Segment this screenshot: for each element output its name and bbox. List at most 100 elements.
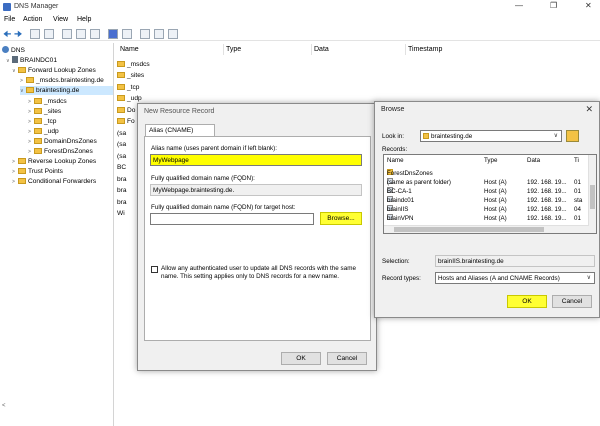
up-folder-icon[interactable] (30, 29, 40, 39)
scroll-thumb[interactable] (394, 227, 544, 232)
record-row[interactable]: BC-CA-1 Host (A) 192. 168. 19... 01 (384, 187, 590, 196)
browse-dialog-title: Browse (381, 106, 405, 113)
list-item[interactable]: (sa (117, 140, 126, 149)
tree-sites[interactable]: > _sites (28, 107, 61, 116)
browse-ok-button[interactable]: OK (507, 295, 547, 308)
record-row[interactable]: braindc01 Host (A) 192. 168. 19... sta (384, 196, 590, 205)
list-item[interactable]: Fo (117, 117, 135, 126)
minimize-icon[interactable]: — (515, 1, 523, 10)
records-col-type[interactable]: Type (484, 157, 497, 164)
tree-tcp[interactable]: > _tcp (28, 117, 56, 126)
close-icon[interactable]: ✕ (585, 104, 593, 115)
show-tree-icon[interactable] (44, 29, 54, 39)
browse-dialog: Browse ✕ Look in: braintesting.de ∨ Reco… (374, 101, 600, 318)
folder-icon (18, 178, 26, 184)
list-item[interactable]: _sites (117, 71, 144, 80)
up-one-level-icon[interactable] (566, 130, 579, 142)
tree-braintesting-zone[interactable]: ∨ braintesting.de (20, 86, 113, 95)
export-icon[interactable] (90, 29, 100, 39)
list-item[interactable]: _msdcs (117, 60, 150, 69)
list-item[interactable]: _udp (117, 94, 142, 103)
record-types-dropdown[interactable]: Hosts and Aliases (A and CNAME Records) … (435, 272, 595, 284)
record-types-label: Record types: (382, 275, 421, 282)
menu-file[interactable]: File (4, 16, 15, 23)
records-label: Records: (382, 146, 408, 153)
record-row[interactable]: brainVPN Host (A) 192. 168. 19... 01 (384, 214, 590, 223)
zone-icon (26, 77, 34, 83)
record-row[interactable]: ForestDnsZones (384, 169, 590, 178)
folder-icon (34, 148, 42, 154)
menu-view[interactable]: View (53, 16, 68, 23)
records-col-data[interactable]: Data (527, 157, 540, 164)
list-item[interactable]: Do (117, 106, 135, 115)
list-view-icon[interactable] (154, 29, 164, 39)
record-row-selected[interactable]: brainIIS Host (A) 192. 168. 19... 04 (384, 205, 590, 214)
records-col-timestamp[interactable]: Ti (574, 157, 579, 164)
chevron-down-icon: ∨ (553, 133, 558, 139)
list-item[interactable]: bra (117, 198, 127, 207)
tree-dns[interactable]: DNS (2, 46, 25, 55)
detail-view-icon[interactable] (168, 29, 178, 39)
alias-name-input[interactable]: MyWebpage (150, 154, 362, 166)
zone-icon (26, 87, 34, 93)
tree-udp[interactable]: > _udp (28, 127, 59, 136)
tree-trust-points[interactable]: > Trust Points (12, 167, 63, 176)
list-item[interactable]: (sa (117, 152, 126, 161)
records-horizontal-scrollbar[interactable] (384, 225, 589, 233)
list-item[interactable]: BC (117, 163, 126, 172)
allow-update-text-2: name. This setting applies only to DNS r… (161, 273, 340, 280)
dns-manager-icon (3, 3, 11, 11)
tree-msdcs-zone[interactable]: > _msdcs.braintesting.de (20, 76, 104, 85)
record-row[interactable]: (same as parent folder) Host (A) 192. 16… (384, 178, 590, 187)
scroll-left-icon[interactable]: < (2, 403, 10, 412)
restore-icon[interactable]: ❐ (550, 1, 557, 10)
records-col-name[interactable]: Name (387, 157, 404, 164)
forward-arrow-icon[interactable]: 🠊 (14, 27, 24, 39)
tree-domaindnszones[interactable]: > DomainDnsZones (28, 137, 97, 146)
cancel-button[interactable]: Cancel (327, 352, 367, 365)
list-item[interactable]: (sa (117, 129, 126, 138)
list-item[interactable]: bra (117, 175, 127, 184)
column-divider (405, 44, 406, 55)
tree-server[interactable]: ∨ BRAINDC01 (6, 56, 57, 65)
list-item[interactable]: bra (117, 186, 127, 195)
ok-button[interactable]: OK (281, 352, 321, 365)
scroll-thumb[interactable] (590, 185, 595, 209)
new-resource-record-dialog: New Resource Record Alias (CNAME) Alias … (137, 103, 377, 371)
col-data[interactable]: Data (314, 46, 329, 53)
help-icon[interactable] (108, 29, 118, 39)
menu-help[interactable]: Help (77, 16, 91, 23)
alias-tab-panel (144, 136, 371, 341)
close-icon[interactable]: ✕ (585, 1, 592, 10)
col-name[interactable]: Name (120, 46, 139, 53)
tree-reverse-zones[interactable]: > Reverse Lookup Zones (12, 157, 96, 166)
fqdn-field: MyWebpage.braintesting.de. (150, 184, 362, 196)
server-icon (12, 56, 18, 63)
records-vertical-scrollbar[interactable] (588, 155, 596, 233)
list-item[interactable]: _tcp (117, 83, 139, 92)
back-arrow-icon[interactable]: 🠈 (3, 27, 13, 39)
col-type[interactable]: Type (226, 46, 241, 53)
folder-icon (18, 168, 26, 174)
selection-label: Selection: (382, 258, 410, 265)
tree-forestdnszones[interactable]: > ForestDnsZones (28, 147, 93, 156)
target-host-input[interactable] (150, 213, 314, 225)
menu-action[interactable]: Action (23, 16, 42, 23)
copy-icon[interactable] (62, 29, 72, 39)
target-host-label: Fully qualified domain name (FQDN) for t… (151, 204, 296, 211)
console-tree: DNS ∨ BRAINDC01 ∨ Forward Lookup Zones > _m… (0, 43, 114, 426)
tree-msdcs[interactable]: > _msdcs (28, 97, 67, 106)
col-timestamp[interactable]: Timestamp (408, 46, 442, 53)
allow-update-checkbox[interactable] (151, 266, 158, 273)
browse-cancel-button[interactable]: Cancel (552, 295, 592, 308)
look-in-dropdown[interactable]: braintesting.de ∨ (420, 130, 562, 142)
look-in-label: Look in: (382, 133, 405, 140)
server-icon[interactable] (140, 29, 150, 39)
properties-icon[interactable] (122, 29, 132, 39)
refresh-icon[interactable] (76, 29, 86, 39)
tree-conditional-forwarders[interactable]: > Conditional Forwarders (12, 177, 96, 186)
tab-alias-cname[interactable]: Alias (CNAME) (145, 124, 215, 136)
tree-forward-zones[interactable]: ∨ Forward Lookup Zones (12, 66, 96, 75)
browse-button[interactable]: Browse... (320, 212, 362, 225)
list-item[interactable]: Wi (117, 209, 125, 218)
